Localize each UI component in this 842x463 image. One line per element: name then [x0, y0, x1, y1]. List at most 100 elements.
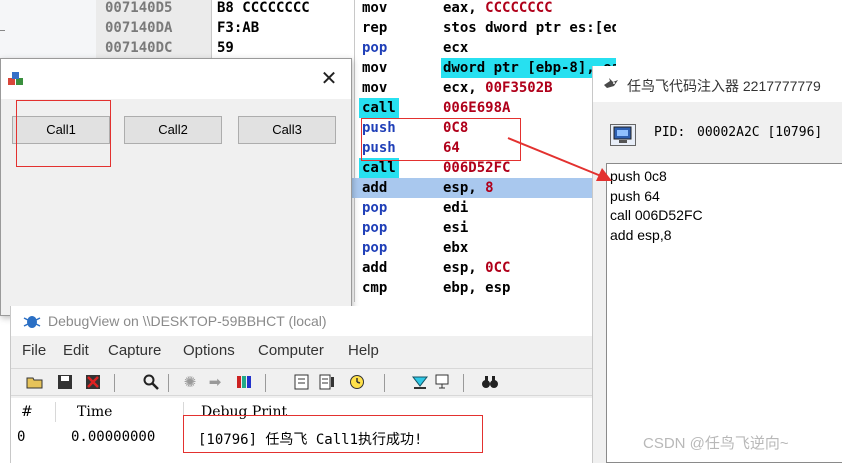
bug-icon: [23, 316, 41, 328]
disasm-row[interactable]: 007140DC 59 pop ecx: [96, 38, 616, 58]
clock-icon[interactable]: [348, 374, 366, 391]
injector-title: 任鸟飞代码注入器 2217777779: [627, 78, 821, 94]
disasm-operand: ebx: [443, 238, 468, 258]
debugview-menubar: File Edit Capture Options Computer Help: [11, 340, 592, 364]
debugview-titlebar: DebugView on \\DESKTOP-59BBHCT (local): [11, 306, 592, 336]
disasm-immediate: 64: [443, 140, 460, 156]
injection-code-editor[interactable]: push 0c8 push 64 call 006D52FC add esp,8: [606, 163, 842, 463]
binoculars-icon[interactable]: [481, 374, 499, 391]
disasm-address: 007140DA: [105, 20, 173, 36]
disasm-immediate: 0C8: [443, 120, 469, 136]
save-icon[interactable]: [56, 374, 74, 391]
disasm-address: 007140DC: [105, 40, 173, 56]
code-line: add esp,8: [610, 226, 672, 243]
monitor-icon[interactable]: [433, 374, 451, 391]
menu-options[interactable]: Options: [183, 342, 235, 359]
call2-button[interactable]: Call2: [124, 116, 222, 144]
pid-value: 00002A2C [10796]: [697, 125, 823, 140]
injector-titlebar: 任鸟飞代码注入器 2217777779: [593, 66, 842, 102]
highlight-icon[interactable]: [411, 374, 429, 391]
disasm-mnemonic: pop: [362, 240, 388, 256]
list-icon[interactable]: [318, 374, 336, 391]
code-line: push 0c8: [610, 168, 667, 184]
disasm-operand-text: esp,: [443, 260, 486, 276]
close-icon[interactable]: ✕: [317, 67, 341, 91]
debugview-title: DebugView on \\DESKTOP-59BBHCT (local): [48, 313, 327, 329]
open-icon[interactable]: [26, 374, 44, 391]
row-time: 0.00000000: [71, 429, 156, 445]
menu-capture[interactable]: Capture: [108, 342, 161, 359]
disasm-immediate: 0CC: [485, 260, 511, 276]
filter-icon[interactable]: [236, 374, 254, 391]
menu-computer[interactable]: Computer: [258, 342, 324, 359]
col-header-num[interactable]: #: [21, 404, 33, 420]
disasm-mnemonic: add: [362, 260, 388, 276]
disasm-operand-text: ecx: [443, 40, 469, 56]
disasm-operand: esp, 8: [443, 178, 494, 198]
disasm-operand: ecx, 00F3502B: [443, 78, 553, 98]
disasm-operand: esp, 0CC: [443, 258, 510, 278]
disasm-operand: ebp, esp: [443, 278, 510, 298]
col-header-debug-print[interactable]: Debug Print: [201, 404, 287, 420]
disasm-operand-text: esp,: [443, 180, 486, 196]
disasm-mnemonic: pop: [362, 200, 388, 216]
disasm-operand: dword ptr [ebp-8], eax: [441, 58, 616, 78]
row-debug-print: [10796] 任鸟飞 Call1执行成功!: [198, 432, 423, 448]
disasm-mnemonic: call: [359, 158, 399, 178]
disasm-bytes: F3:AB: [217, 20, 260, 36]
disasm-mnemonic: cmp: [362, 280, 388, 296]
disasm-immediate: 00F3502B: [485, 80, 553, 96]
disasm-mnemonic: add: [362, 180, 388, 196]
capture-icon[interactable]: ✺: [181, 374, 199, 391]
disasm-mnemonic: mov: [362, 0, 388, 16]
disasm-operand: 006E698A: [443, 98, 510, 118]
save-as-icon[interactable]: [84, 374, 102, 391]
call1-button[interactable]: Call1: [12, 116, 110, 144]
debugview-toolbar: ✺ ➡: [11, 368, 592, 396]
find-icon[interactable]: [142, 374, 160, 391]
disasm-mnemonic: push: [362, 140, 396, 156]
disasm-address: 007140D5: [105, 0, 173, 16]
disasm-row[interactable]: 007140DA F3:AB rep stos dword ptr es:[edi]: [96, 18, 616, 38]
disasm-immediate: CCCCCCCC: [485, 0, 553, 16]
disasm-row[interactable]: 007140D5 B8 CCCCCCCC mov eax, CCCCCCCC: [96, 0, 616, 18]
disasm-operand: eax, CCCCCCCC: [443, 0, 553, 18]
disasm-mnemonic: pop: [362, 40, 388, 56]
tree-tick: [0, 30, 5, 31]
clear-icon[interactable]: [293, 374, 311, 391]
disasm-operand-text: edi: [443, 200, 469, 216]
app-icon: [8, 72, 23, 85]
bird-icon: [604, 78, 618, 88]
process-select-icon[interactable]: [610, 124, 636, 146]
disasm-immediate: 006D52FC: [443, 160, 511, 176]
disasm-operand-text: stos dword ptr es:[edi]: [443, 20, 616, 36]
disasm-operand: 64: [443, 138, 460, 158]
disasm-mnemonic: push: [362, 120, 396, 136]
watermark: CSDN @任鸟飞逆向~: [643, 435, 789, 452]
disasm-immediate: 006E698A: [443, 100, 511, 116]
disasm-operand-text: eax,: [443, 0, 486, 16]
injector-window: 任鸟飞代码注入器 2217777779 PID: 00002A2C [10796…: [592, 66, 842, 463]
call-dialog-window: ✕ Call1 Call2 Call3: [0, 58, 352, 316]
disasm-mnemonic: pop: [362, 220, 388, 236]
disasm-operand-text: esi: [443, 220, 469, 236]
menu-file[interactable]: File: [22, 342, 46, 359]
menu-help[interactable]: Help: [348, 342, 379, 359]
disasm-operand: 006D52FC: [443, 158, 510, 178]
dialog-titlebar: ✕: [1, 59, 351, 99]
call3-button[interactable]: Call3: [238, 116, 336, 144]
disasm-mnemonic: mov: [362, 80, 388, 96]
debug-output-grid[interactable]: # Time Debug Print 0 0.00000000 [10796] …: [11, 398, 592, 463]
disasm-operand-text: ebp, esp: [443, 280, 511, 296]
disasm-operand: ecx: [443, 38, 468, 58]
disasm-operand: esi: [443, 218, 468, 238]
arrow-right-icon[interactable]: ➡: [206, 374, 224, 391]
code-line: push 64: [610, 187, 660, 204]
code-line: call 006D52FC: [610, 207, 703, 223]
disasm-mnemonic: rep: [362, 20, 388, 36]
disasm-operand-text: ecx,: [443, 80, 486, 96]
menu-edit[interactable]: Edit: [63, 342, 89, 359]
pid-label: PID:: [654, 125, 686, 140]
col-header-time[interactable]: Time: [77, 404, 112, 420]
disasm-mnemonic: call: [359, 98, 399, 118]
